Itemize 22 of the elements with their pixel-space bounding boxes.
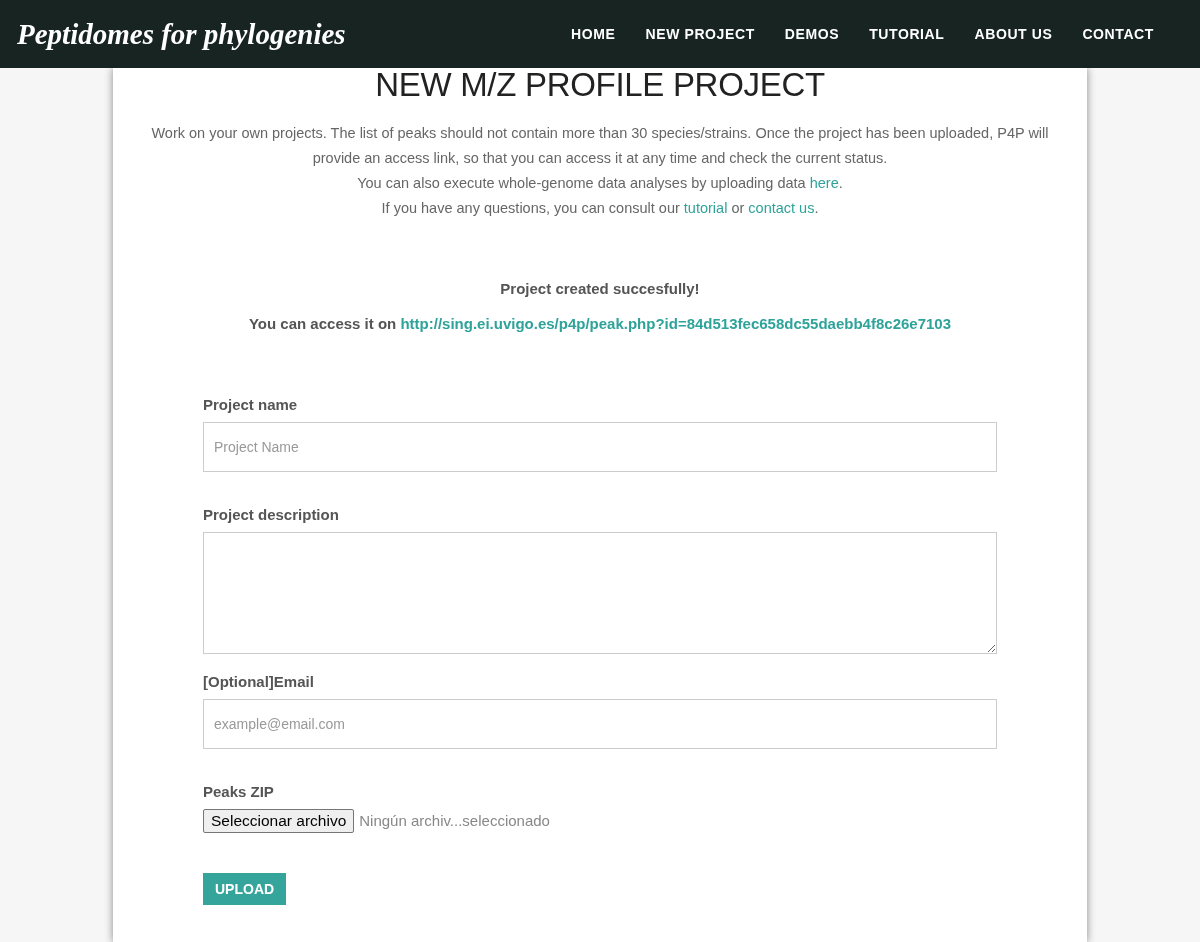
file-select-button[interactable]: Seleccionar archivo (203, 809, 355, 833)
field-label: [Optional]Email (203, 672, 315, 692)
input-field[interactable]: Project Name (203, 422, 997, 472)
page-title: NEW M/Z PROFILE PROJECT (374, 68, 826, 102)
intro-text: You can also execute whole-genome data analyses by uploading data here. (356, 174, 844, 193)
access-message: You can access it on http://sing.ei.uvigo.es/p4p/peak.php?id=84d513fec658dc55daebb4f8c26e7103 (247, 314, 953, 334)
nav-link[interactable]: TUTORIAL (869, 23, 945, 45)
input-field[interactable]: example@email.com (203, 699, 997, 749)
textarea-field[interactable] (203, 532, 997, 654)
file-status: Ningún archiv...seleccionado (359, 810, 550, 831)
intro-text: Work on your own projects. The list of peaks should not contain more than 30 species/strains. Once the project has been uploaded, P4P will provide an access link, so that you can access it at any time and check the current status. (150, 124, 1050, 168)
nav-link[interactable]: DEMOS (784, 23, 840, 45)
nav-link[interactable]: ABOUT US (974, 23, 1053, 45)
intro-text: If you have any questions, you can consult our tutorial or contact us. (380, 199, 820, 218)
nav-link[interactable]: HOME (571, 23, 616, 45)
nav-link[interactable]: CONTACT (1082, 23, 1154, 45)
site-logo[interactable]: Peptidomes for phylogenies (17, 19, 346, 49)
success-message: Project created succesfully! (499, 279, 701, 299)
field-label: Project name (203, 395, 299, 415)
nav-link[interactable]: NEW PROJECT (645, 23, 755, 45)
field-label: Project description (203, 505, 340, 525)
field-label: Peaks ZIP (203, 782, 275, 802)
